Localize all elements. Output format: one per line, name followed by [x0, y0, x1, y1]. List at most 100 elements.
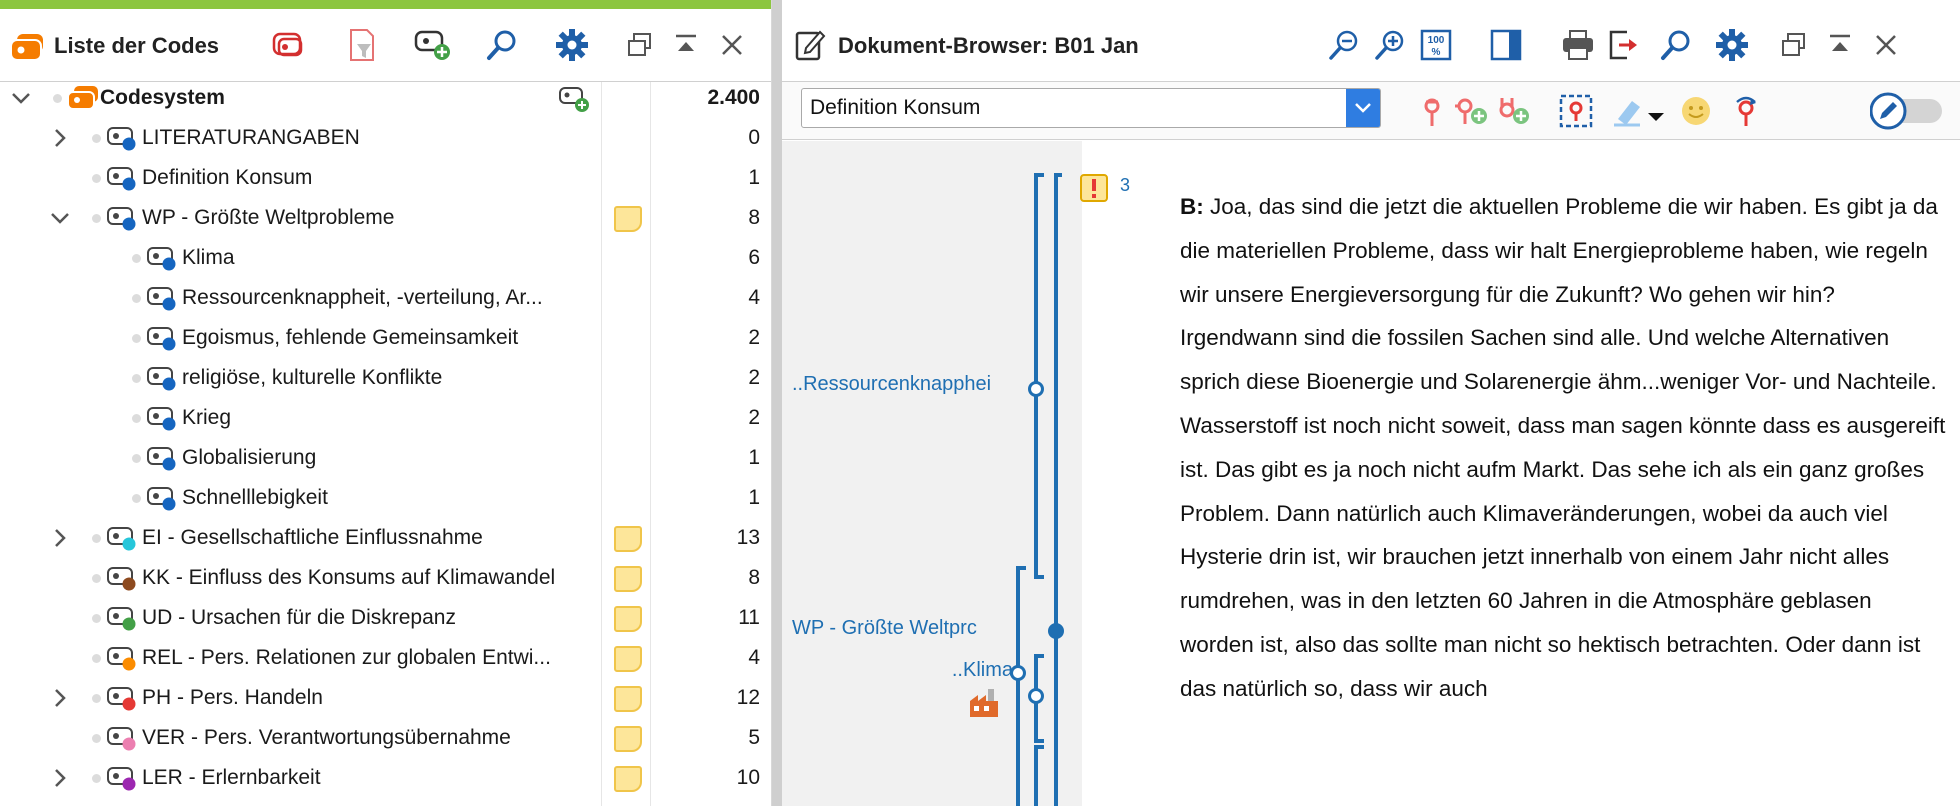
filter-icon[interactable]: [340, 23, 384, 67]
document-browser-header: Dokument-Browser: B01 Jan 100%: [782, 9, 1960, 82]
memo-alert-icon[interactable]: [1079, 173, 1109, 203]
export-icon[interactable]: [1602, 23, 1646, 67]
new-code-icon[interactable]: [558, 85, 592, 112]
code-icon: [106, 605, 140, 631]
code-tree-row[interactable]: WP - Größte Weltprobleme 8: [0, 198, 771, 238]
memo-icon[interactable]: [614, 766, 642, 792]
code-tree-row[interactable]: LITERATURANGABEN 0: [0, 118, 771, 158]
activation-dot[interactable]: [132, 414, 141, 423]
document-paragraph: B: Joa, das sind die jetzt die aktuellen…: [1180, 185, 1950, 711]
code-tree-row[interactable]: Ressourcenknappheit, -verteilung, Ar... 4: [0, 278, 771, 318]
new-code-icon[interactable]: [410, 23, 454, 67]
activation-dot[interactable]: [132, 334, 141, 343]
collapse-icon[interactable]: [664, 23, 708, 67]
code-tree-row[interactable]: LER - Erlernbarkeit 10: [0, 758, 771, 798]
activation-dot[interactable]: [132, 454, 141, 463]
activation-dot[interactable]: [132, 254, 141, 263]
code-icon: [106, 765, 140, 791]
code-add-icon[interactable]: [1452, 91, 1492, 131]
code-count: 5: [748, 726, 760, 749]
layout-icon[interactable]: [1484, 23, 1528, 67]
chevron-down-icon[interactable]: [1346, 89, 1380, 127]
chevron-down-icon[interactable]: [48, 206, 72, 230]
code-system-root[interactable]: Codesystem 2.400: [0, 78, 771, 118]
edit-document-icon: [788, 23, 832, 67]
code-tree-row[interactable]: KK - Einfluss des Konsums auf Klimawande…: [0, 558, 771, 598]
gear-icon[interactable]: [1710, 23, 1754, 67]
code-tree-row[interactable]: UD - Ursachen für die Diskrepanz 11: [0, 598, 771, 638]
chevron-down-icon[interactable]: [9, 86, 33, 110]
memo-icon[interactable]: [614, 606, 642, 632]
activation-dot[interactable]: [92, 774, 101, 783]
code-add-green-icon[interactable]: [1494, 91, 1534, 131]
code-select-dropdown[interactable]: Definition Konsum: [801, 88, 1381, 128]
activation-dot[interactable]: [92, 534, 101, 543]
code-tree-row[interactable]: PH - Pers. Handeln 12: [0, 678, 771, 718]
zoom-100-icon[interactable]: 100%: [1414, 23, 1458, 67]
activation-dot[interactable]: [92, 734, 101, 743]
memo-icon[interactable]: [614, 646, 642, 672]
code-margin-label[interactable]: ..Ressourcenknapphei: [792, 373, 1018, 396]
chevron-right-icon[interactable]: [48, 126, 72, 150]
activation-dot[interactable]: [92, 574, 101, 583]
code-tree-row[interactable]: Schnelllebigkeit 1: [0, 478, 771, 518]
code-area-icon[interactable]: [1556, 91, 1596, 131]
activation-dot[interactable]: [53, 94, 62, 103]
undock-icon[interactable]: [1772, 23, 1816, 67]
document-text[interactable]: B: Joa, das sind die jetzt die aktuellen…: [1180, 141, 1950, 806]
code-tree-row[interactable]: EI - Gesellschaftliche Einflussnahme 13: [0, 518, 771, 558]
search-icon[interactable]: [480, 23, 524, 67]
code-margin-label[interactable]: WP - Größte Weltprc: [792, 617, 1050, 640]
activation-dot[interactable]: [92, 134, 101, 143]
code-margin-label[interactable]: ..Klima: [927, 659, 1013, 682]
panel-splitter[interactable]: [772, 0, 782, 806]
activation-dot[interactable]: [92, 614, 101, 623]
search-icon[interactable]: [1654, 23, 1698, 67]
code-tree-row[interactable]: Egoismus, fehlende Gemeinsamkeit 2: [0, 318, 771, 358]
code-system-icon[interactable]: [266, 23, 310, 67]
activation-dot[interactable]: [92, 654, 101, 663]
activation-dot[interactable]: [92, 694, 101, 703]
memo-icon[interactable]: [614, 526, 642, 552]
code-undo-icon[interactable]: [1726, 91, 1766, 131]
memo-icon[interactable]: [614, 686, 642, 712]
code-tree-row[interactable]: religiöse, kulturelle Konflikte 2: [0, 358, 771, 398]
chevron-right-icon[interactable]: [48, 686, 72, 710]
code-tree-row[interactable]: Globalisierung 1: [0, 438, 771, 478]
code-label: EI - Gesellschaftliche Einflussnahme: [142, 526, 483, 549]
code-tree-row[interactable]: REL - Pers. Relationen zur globalen Entw…: [0, 638, 771, 678]
undock-icon[interactable]: [618, 23, 662, 67]
close-icon[interactable]: [1864, 23, 1908, 67]
code-icon[interactable]: [1412, 91, 1452, 131]
activation-dot[interactable]: [92, 214, 101, 223]
activation-dot[interactable]: [132, 374, 141, 383]
activation-dot[interactable]: [132, 494, 141, 503]
collapse-icon[interactable]: [1818, 23, 1862, 67]
memo-icon[interactable]: [614, 566, 642, 592]
code-label: PH - Pers. Handeln: [142, 686, 323, 709]
chevron-right-icon[interactable]: [48, 526, 72, 550]
code-count: 1: [748, 166, 760, 189]
code-tree-row[interactable]: Definition Konsum 1: [0, 158, 771, 198]
print-icon[interactable]: [1556, 23, 1600, 67]
zoom-in-icon[interactable]: [1368, 23, 1412, 67]
selected-code-value: Definition Konsum: [810, 96, 981, 119]
code-icon: [146, 485, 180, 511]
edit-toggle-icon[interactable]: [1868, 91, 1948, 131]
svg-text:100: 100: [1428, 35, 1445, 46]
activation-dot[interactable]: [132, 294, 141, 303]
code-tree-row[interactable]: Krieg 2: [0, 398, 771, 438]
activation-dot[interactable]: [92, 174, 101, 183]
close-icon[interactable]: [710, 23, 754, 67]
code-tree-row[interactable]: VER - Pers. Verantwortungsübernahme 5: [0, 718, 771, 758]
code-tree-row[interactable]: Klima 6: [0, 238, 771, 278]
code-count: 4: [748, 286, 760, 309]
zoom-out-icon[interactable]: [1322, 23, 1366, 67]
code-label: KK - Einfluss des Konsums auf Klimawande…: [142, 566, 556, 589]
gear-icon[interactable]: [550, 23, 594, 67]
emoticon-icon[interactable]: [1676, 91, 1716, 131]
highlighter-icon[interactable]: [1608, 91, 1668, 131]
memo-icon[interactable]: [614, 726, 642, 752]
memo-icon[interactable]: [614, 206, 642, 232]
chevron-right-icon[interactable]: [48, 766, 72, 790]
